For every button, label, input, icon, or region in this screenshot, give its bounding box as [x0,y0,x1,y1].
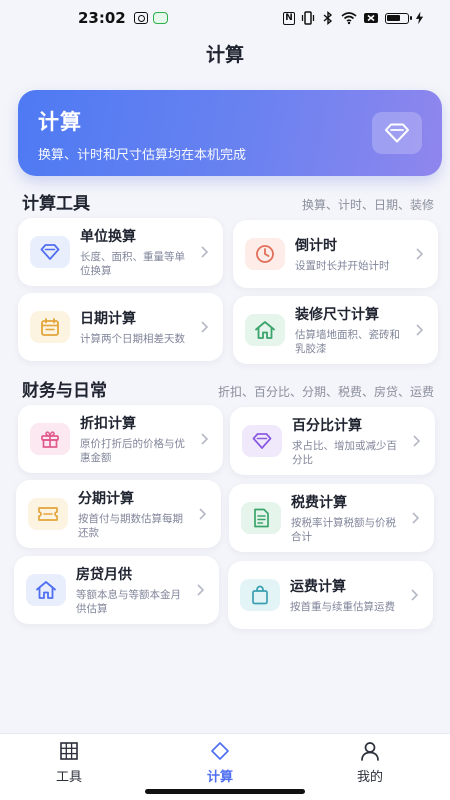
card-description: 求占比、增加或减少百分比 [292,440,397,466]
card-title: 单位换算 [80,229,136,245]
charging-icon [415,11,424,25]
no-signal-icon [364,13,378,23]
ticket-icon [28,498,68,530]
chevron-right-icon [199,508,207,520]
card-discount[interactable]: 折扣计算 原价打折后的价格与优惠金额 [18,405,223,473]
diamond-icon [211,742,229,760]
vibrate-icon [301,11,315,25]
card-title: 倒计时 [295,238,337,254]
notification-app-icon [133,12,148,24]
card-title: 分期计算 [78,491,134,507]
card-description: 计算两个日期相差天数 [80,333,185,345]
tab-tools[interactable]: 工具 [29,740,109,785]
clock-icon [245,238,285,270]
gift-icon [30,423,70,455]
card-description: 长度、面积、重量等单位换算 [80,251,185,277]
chevron-right-icon [411,589,419,601]
nfc-icon: N [283,11,295,25]
card-description: 按税率计算税额与价税合计 [291,517,396,543]
chevron-right-icon [416,324,424,336]
diamond-icon [242,425,282,457]
section-tags: 折扣、百分比、分期、税费、房贷、运费 [217,385,434,399]
card-installment[interactable]: 分期计算 按首付与期数估算每期还款 [16,480,221,548]
card-unit-conversion[interactable]: 单位换算 长度、面积、重量等单位换算 [18,218,223,286]
bluetooth-icon [323,11,333,25]
document-icon [241,502,281,534]
card-description: 估算墙地面积、瓷砖和乳胶漆 [295,329,400,355]
bag-icon [240,579,280,611]
diamond-icon [30,236,70,268]
card-title: 运费计算 [290,579,346,595]
section-tags: 换算、计时、日期、装修 [301,198,434,212]
card-title: 税费计算 [291,495,347,511]
section-title: 计算工具 [22,194,90,214]
message-notification-icon [152,12,168,24]
chevron-right-icon [416,248,424,260]
chevron-right-icon [412,512,420,524]
tab-calculate[interactable]: 计算 [180,740,260,785]
grid-icon [60,742,78,760]
card-description: 等额本息与等额本金月供估算 [76,589,181,615]
section-title: 财务与日常 [22,381,107,401]
section-header-finance: 财务与日常 折扣、百分比、分期、税费、房贷、运费 [22,376,434,401]
chevron-right-icon [197,584,205,596]
card-title: 日期计算 [80,311,136,327]
card-mortgage[interactable]: 房贷月供 等额本息与等额本金月供估算 [14,556,219,624]
card-date-calculation[interactable]: 日期计算 计算两个日期相差天数 [18,293,223,361]
card-title: 房贷月供 [76,567,132,583]
tab-mine[interactable]: 我的 [330,740,410,785]
chevron-right-icon [201,246,209,258]
card-title: 百分比计算 [292,418,362,434]
page-title: 计算 [205,44,244,66]
card-renovation-size[interactable]: 装修尺寸计算 估算墙地面积、瓷砖和乳胶漆 [233,296,438,364]
tab-label: 我的 [356,770,383,785]
card-title: 装修尺寸计算 [295,307,379,323]
card-description: 设置时长并开始计时 [295,260,390,272]
card-description: 按首付与期数估算每期还款 [78,513,183,539]
chevron-right-icon [201,321,209,333]
banner-title: 计算 [38,110,82,134]
section-header-tools: 计算工具 换算、计时、日期、装修 [22,189,434,214]
chevron-right-icon [413,435,421,447]
card-tax[interactable]: 税费计算 按税率计算税额与价税合计 [229,484,434,552]
card-countdown[interactable]: 倒计时 设置时长并开始计时 [233,220,438,288]
wifi-icon [341,12,357,25]
card-description: 按首重与续重估算运费 [290,601,395,613]
card-description: 原价打折后的价格与优惠金额 [80,438,185,464]
home-icon [26,574,66,606]
card-title: 折扣计算 [80,416,136,432]
status-bar: 23:02 N [0,0,450,36]
card-shipping[interactable]: 运费计算 按首重与续重估算运费 [228,561,433,629]
hero-banner: 计算 换算、计时和尺寸估算均在本机完成 [18,90,442,176]
card-percentage[interactable]: 百分比计算 求占比、增加或减少百分比 [230,407,435,475]
battery-icon [385,12,412,24]
banner-subtitle: 换算、计时和尺寸估算均在本机完成 [38,148,247,163]
status-time: 23:02 [78,9,126,27]
home-indicator[interactable] [145,789,305,794]
tab-label: 计算 [206,770,233,785]
calendar-icon [30,311,70,343]
user-icon [361,742,379,761]
diamond-icon [372,112,422,154]
chevron-right-icon [201,433,209,445]
home-icon [245,314,285,346]
tab-label: 工具 [55,770,82,785]
